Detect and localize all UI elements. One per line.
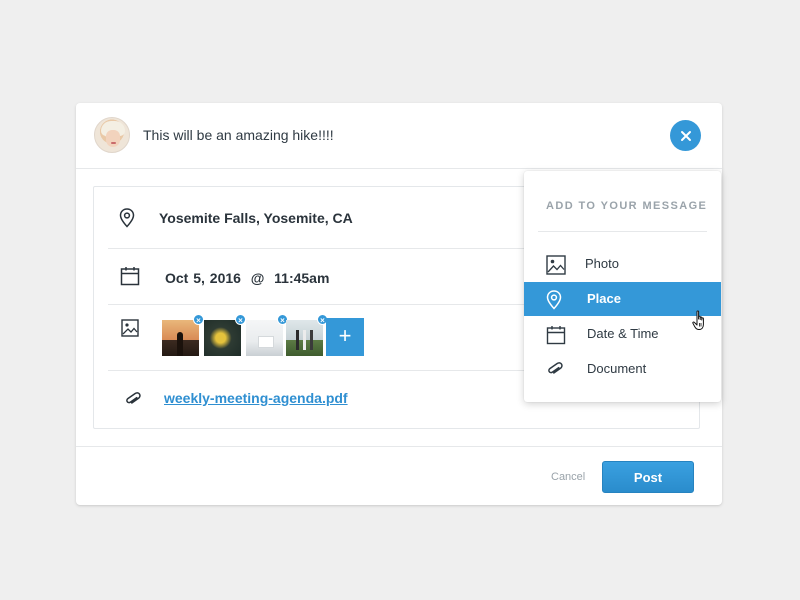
paperclip-icon — [126, 392, 141, 404]
paperclip-icon — [548, 362, 563, 374]
menu-title: ADD TO YOUR MESSAGE — [546, 200, 708, 212]
calendar-icon — [120, 267, 140, 286]
calendar-icon — [546, 326, 566, 345]
photo-thumbnail[interactable]: × — [204, 314, 246, 356]
close-button[interactable] — [670, 120, 701, 151]
message-text[interactable]: This will be an amazing hike!!!! — [143, 127, 334, 143]
cancel-button[interactable]: Cancel — [551, 471, 585, 483]
photo-thumbnail[interactable]: × — [246, 314, 288, 356]
image-icon — [121, 319, 139, 337]
card-footer: Cancel Post — [76, 446, 722, 505]
avatar — [94, 117, 130, 153]
document-link[interactable]: weekly-meeting-agenda.pdf — [164, 390, 348, 406]
photo-thumbnail[interactable]: × — [162, 314, 204, 356]
add-photo-button[interactable]: + — [326, 318, 364, 356]
add-to-message-menu: ADD TO YOUR MESSAGE Photo Place Date & T… — [524, 171, 721, 402]
remove-photo-button[interactable]: × — [235, 314, 246, 325]
menu-item-document[interactable]: Document — [524, 352, 721, 386]
location-text: Yosemite Falls, Yosemite, CA — [159, 210, 353, 226]
menu-item-label: Place — [587, 291, 621, 306]
hand-pointer-cursor-icon — [692, 310, 704, 330]
menu-item-label: Photo — [585, 256, 619, 271]
post-button[interactable]: Post — [602, 461, 694, 493]
map-pin-icon — [119, 208, 135, 228]
menu-item-photo[interactable]: Photo — [524, 247, 721, 281]
menu-divider — [538, 231, 707, 232]
card-header: This will be an amazing hike!!!! — [76, 103, 722, 169]
menu-item-label: Document — [587, 361, 647, 376]
photo-thumbnail[interactable]: × — [286, 314, 328, 356]
remove-photo-button[interactable]: × — [193, 314, 204, 325]
date-time-text: Oct 5, 2016 @ 11:45am — [165, 270, 330, 286]
close-icon — [680, 130, 691, 141]
image-icon — [546, 255, 566, 275]
map-pin-icon — [546, 290, 562, 310]
menu-item-label: Date & Time — [587, 326, 659, 341]
